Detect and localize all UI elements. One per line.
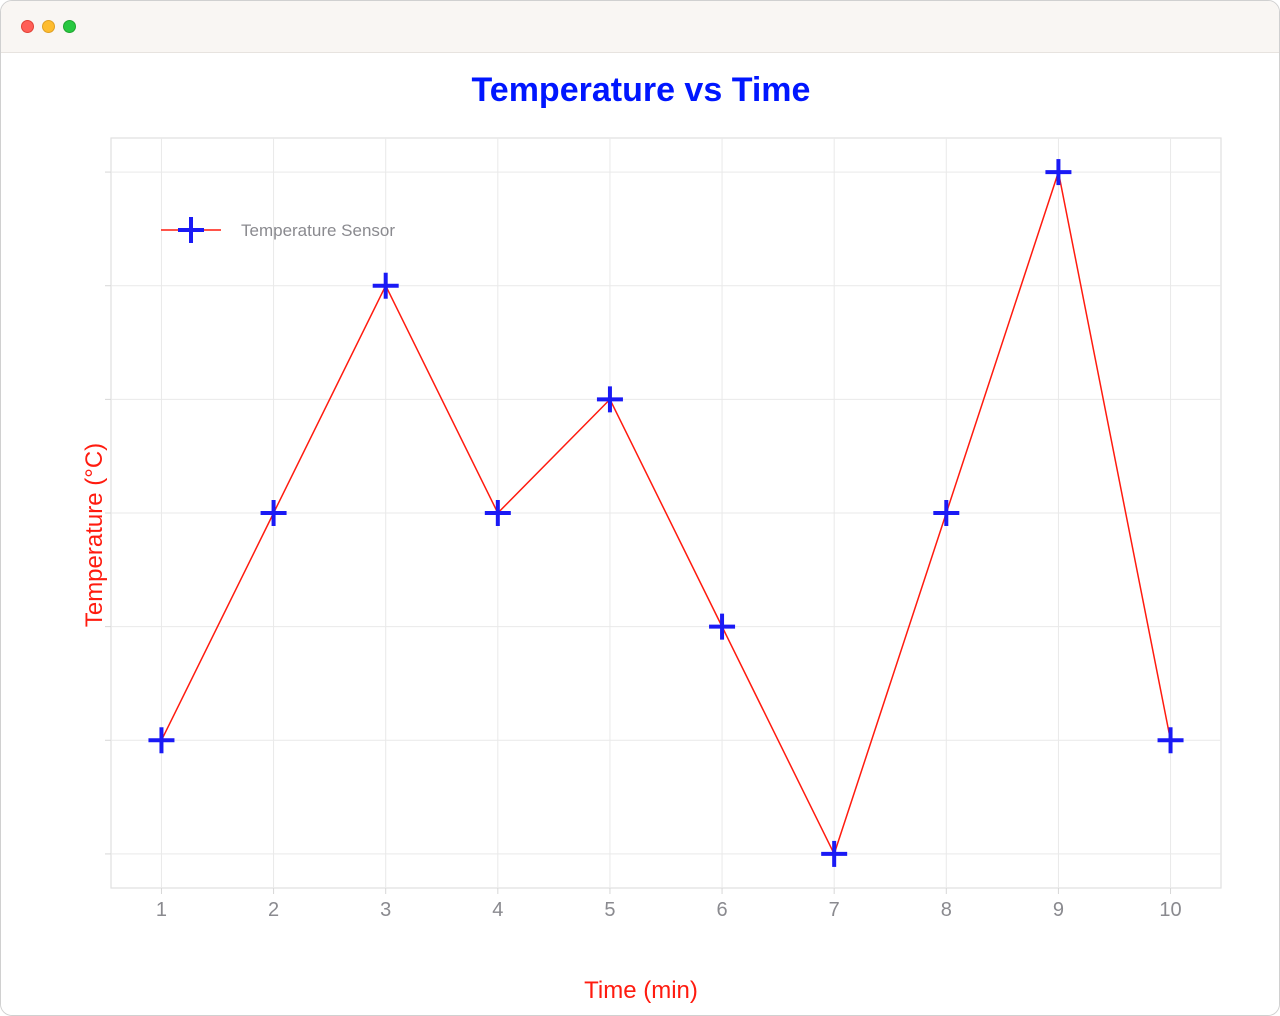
- x-tick-label: 9: [1053, 899, 1064, 921]
- x-tick-label: 1: [156, 899, 167, 921]
- x-tick-label: 6: [716, 899, 727, 921]
- plot-area: 1 2 3 4 5 6 7 8 9 10 29303132333435 Temperature Sen…: [101, 128, 1231, 928]
- data-marker-plus-icon: [821, 841, 847, 867]
- y-ticks: 29303132333435: [101, 162, 111, 866]
- window-close-button[interactable]: [21, 20, 34, 33]
- x-tick-label: 8: [941, 899, 952, 921]
- data-marker-plus-icon: [373, 273, 399, 299]
- app-window: Temperature vs Time Temperature (°C) Tim…: [0, 0, 1280, 1016]
- x-tick-label: 3: [380, 899, 391, 921]
- x-tick-label: 10: [1159, 899, 1181, 921]
- x-tick-label: 7: [829, 899, 840, 921]
- data-marker-plus-icon: [709, 614, 735, 640]
- chart-svg: 1 2 3 4 5 6 7 8 9 10 29303132333435 Temperature Sen…: [101, 128, 1231, 928]
- legend-entry-label: Temperature Sensor: [241, 221, 395, 240]
- x-tick-label: 5: [604, 899, 615, 921]
- x-tick-label: 4: [492, 899, 503, 921]
- x-axis-label: Time (min): [1, 977, 1280, 1005]
- window-maximize-button[interactable]: [63, 20, 76, 33]
- legend-marker-plus-icon: [178, 217, 204, 243]
- x-tick-label: 2: [268, 899, 279, 921]
- window-titlebar: [1, 1, 1279, 53]
- data-marker-plus-icon: [1045, 159, 1071, 185]
- chart-container: Temperature vs Time Temperature (°C) Tim…: [1, 53, 1280, 1016]
- x-ticks: 1 2 3 4 5 6 7 8 9 10: [156, 888, 1182, 921]
- data-marker-plus-icon: [261, 500, 287, 526]
- data-marker-plus-icon: [1158, 727, 1184, 753]
- data-marker-plus-icon: [933, 500, 959, 526]
- chart-title: Temperature vs Time: [1, 71, 1280, 110]
- legend: Temperature Sensor: [161, 217, 395, 243]
- window-minimize-button[interactable]: [42, 20, 55, 33]
- data-marker-plus-icon: [148, 727, 174, 753]
